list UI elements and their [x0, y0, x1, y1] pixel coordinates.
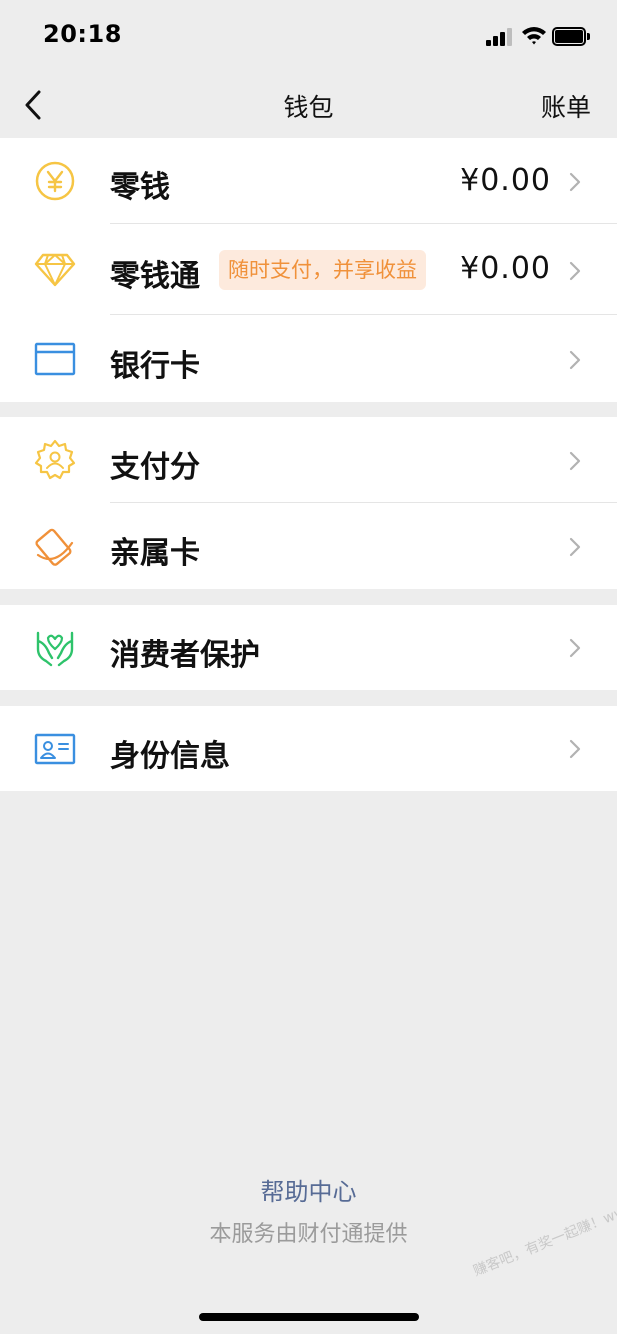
- list-item-lingqiantong[interactable]: 零钱通 随时支付，并享收益 ¥0.00: [0, 224, 617, 315]
- list-item-identity[interactable]: 身份信息: [0, 706, 617, 791]
- id-card-icon: [34, 733, 76, 765]
- pay-score-badge-icon: [34, 439, 76, 480]
- chevron-right-icon: [569, 537, 581, 557]
- row-label: 零钱通: [110, 259, 200, 294]
- cellular-signal-icon: [486, 28, 516, 46]
- chevron-right-icon: [569, 350, 581, 370]
- chevron-right-icon: [569, 451, 581, 471]
- list-item-bank-card[interactable]: 银行卡: [0, 315, 617, 402]
- list-item-consumer-protection[interactable]: 消费者保护: [0, 605, 617, 690]
- balance-group: 零钱 ¥0.00 零钱通 随时支付，并享收益 ¥0.00 银行卡: [0, 138, 617, 402]
- wallet-screen: 20:18 钱包 账单 零钱 ¥0.00 零钱通 随时支付，并享收益 ¥0.00…: [0, 0, 617, 1334]
- protection-group: 消费者保护: [0, 605, 617, 690]
- chevron-right-icon: [569, 172, 581, 192]
- promo-badge: 随时支付，并享收益: [219, 250, 426, 290]
- protect-hands-icon: [36, 631, 74, 667]
- credit-group: 支付分 亲属卡: [0, 417, 617, 589]
- wifi-icon: [522, 27, 546, 45]
- row-label: 银行卡: [110, 349, 200, 384]
- list-item-family-card[interactable]: 亲属卡: [0, 503, 617, 589]
- nav-bar: 钱包 账单: [0, 72, 617, 138]
- status-time: 20:18: [43, 20, 122, 48]
- chevron-right-icon: [569, 739, 581, 759]
- diamond-icon: [34, 253, 76, 287]
- row-label: 零钱: [110, 170, 170, 205]
- family-card-icon: [35, 528, 74, 566]
- row-label: 消费者保护: [110, 638, 260, 673]
- chevron-right-icon: [569, 261, 581, 281]
- help-center-link[interactable]: 帮助中心: [0, 1172, 617, 1207]
- row-label: 支付分: [110, 450, 200, 485]
- list-item-pay-score[interactable]: 支付分: [0, 417, 617, 503]
- row-label: 身份信息: [110, 739, 230, 774]
- identity-group: 身份信息: [0, 706, 617, 791]
- battery-icon: [552, 27, 590, 46]
- page-title: 钱包: [283, 93, 334, 122]
- change-balance: ¥0.00: [460, 163, 551, 198]
- home-indicator: [199, 1313, 419, 1321]
- lingqiantong-balance: ¥0.00: [460, 251, 551, 286]
- row-label: 亲属卡: [110, 536, 200, 571]
- list-item-change[interactable]: 零钱 ¥0.00: [0, 138, 617, 224]
- bank-card-icon: [34, 342, 76, 376]
- yuan-coin-icon: [35, 161, 75, 201]
- chevron-right-icon: [569, 638, 581, 658]
- status-bar: 20:18: [0, 0, 617, 72]
- bill-button[interactable]: 账单: [541, 88, 591, 124]
